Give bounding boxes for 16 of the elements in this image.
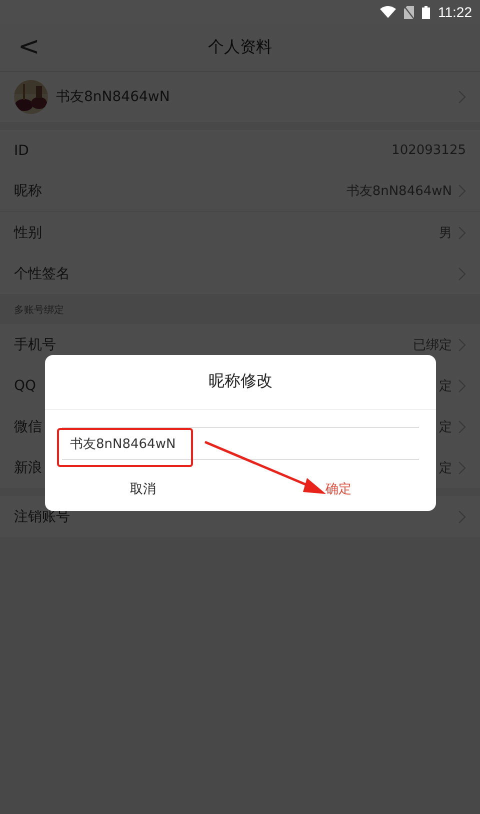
dialog-title: 昵称修改 xyxy=(45,355,436,410)
no-sim-icon xyxy=(404,6,414,18)
row-label: QQ xyxy=(14,378,36,394)
page-title: 个人资料 xyxy=(208,37,272,58)
row-label: 昵称 xyxy=(14,182,42,200)
row-label: ID xyxy=(14,142,29,158)
row-label: 手机号 xyxy=(14,336,56,354)
row-label: 性别 xyxy=(14,224,42,242)
battery-icon xyxy=(422,6,430,18)
wifi-icon xyxy=(380,6,396,18)
row-label: 个性签名 xyxy=(14,264,70,282)
row-label: 新浪 xyxy=(14,458,42,476)
profile-name: 书友8nN8464wN xyxy=(56,88,170,106)
row-label: 微信 xyxy=(14,418,42,436)
status-time: 11:22 xyxy=(438,4,472,20)
nickname-field[interactable]: 书友8nN8464wN xyxy=(62,427,419,460)
